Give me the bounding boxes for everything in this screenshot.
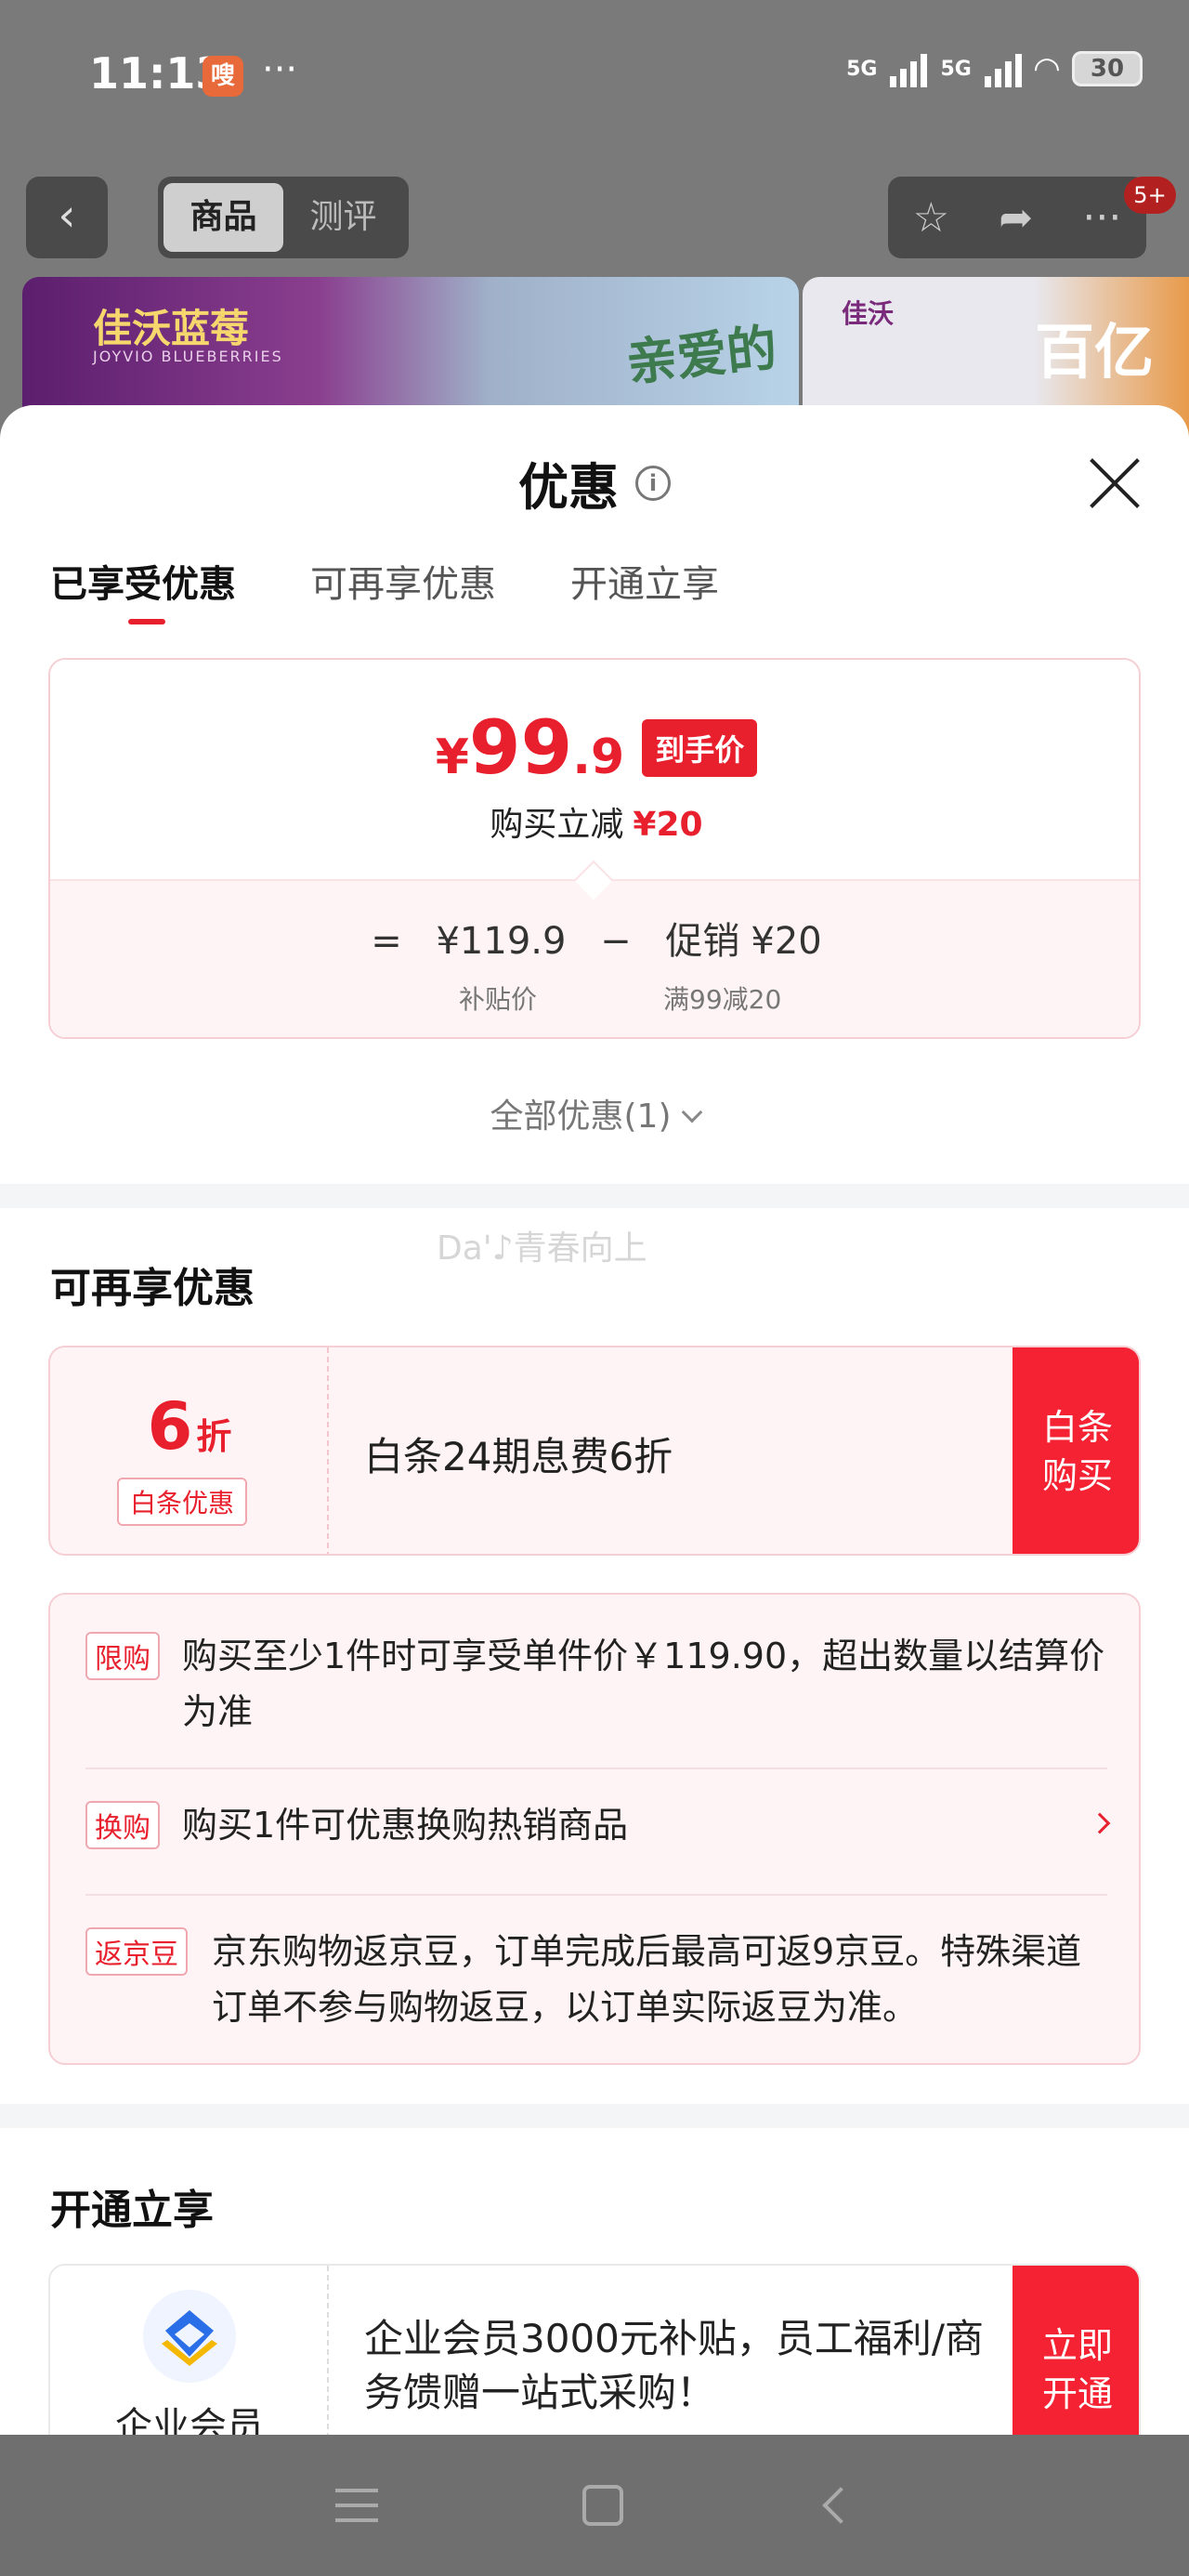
watermark: Da'♪青春向上	[437, 1229, 647, 1268]
baitiao-buy-button-line2: 购买	[1041, 1455, 1113, 1496]
open-section-title: 开通立享	[50, 2187, 214, 2234]
tab-open[interactable]: 开通立享	[570, 554, 719, 623]
close-button[interactable]	[1078, 446, 1152, 520]
member-name: 企业会员	[115, 2405, 264, 2435]
signal-icon	[890, 50, 928, 87]
message-count-badge: 5+	[1124, 177, 1176, 214]
coupon-discount-unit: 折	[196, 1416, 232, 1457]
back-icon[interactable]	[822, 2487, 859, 2524]
network-5g-label: 5G	[846, 57, 878, 81]
product-tab-switch: 商品 测评	[158, 177, 409, 258]
rule-text-exchange: 购买1件可优惠换购热销商品	[182, 1805, 629, 1846]
nav-actions: ☆ ➦ ···	[888, 177, 1146, 258]
rule-divider	[85, 1768, 1107, 1769]
instant-discount: 购买立减 ¥20	[50, 797, 1139, 846]
discount-tabs: 已享受优惠 可再享优惠 开通立享	[50, 554, 719, 624]
coupon-type-tag: 白条优惠	[117, 1478, 248, 1526]
section-divider-2	[0, 2104, 1189, 2128]
price-integer: 99	[468, 704, 573, 791]
promo-value: ¥20	[751, 920, 822, 963]
minus-sign: −	[600, 920, 632, 963]
tab-enjoyed[interactable]: 已享受优惠	[50, 554, 236, 624]
sheet-title: 优惠	[518, 458, 619, 517]
share-icon[interactable]: ➦	[999, 194, 1033, 242]
enterprise-member-logo-icon	[143, 2290, 236, 2383]
favorite-star-icon[interactable]: ☆	[913, 194, 949, 242]
instant-discount-value: ¥20	[633, 806, 703, 844]
recent-apps-icon[interactable]	[335, 2489, 378, 2522]
banner-brand-sub: JOYVIO BLUEBERRIES	[93, 348, 283, 365]
status-indicators: 5G 5G ◠ 30	[846, 50, 1143, 87]
chevron-down-icon	[681, 1101, 702, 1124]
breakdown-notch	[573, 860, 614, 900]
tab-review[interactable]: 测评	[283, 183, 403, 252]
open-button-line1: 立即	[1041, 2325, 1113, 2366]
coupon-discount: 6折	[50, 1388, 329, 1465]
instant-discount-label: 购买立减	[490, 806, 624, 844]
final-price: ¥ 99 .9	[436, 704, 624, 791]
equals-sign: =	[371, 920, 402, 963]
promo-label: 促销	[665, 920, 740, 963]
banner2-art-text: 百亿	[1035, 319, 1154, 388]
wifi-icon: ◠	[1034, 50, 1059, 87]
sheet-title-row: 优惠 i	[0, 446, 1189, 519]
member-logo-area: 企业会员	[50, 2266, 329, 2435]
system-navigation-bar	[0, 2435, 1189, 2576]
rule-tag-exchange: 换购	[85, 1801, 160, 1849]
more-icon[interactable]: ···	[1082, 194, 1121, 242]
back-button[interactable]: ‹	[26, 177, 108, 258]
info-icon[interactable]: i	[635, 465, 671, 501]
rule-text-limit: 购买至少1件时可享受单件价￥119.90，超出数量以结算价为准	[182, 1636, 1105, 1732]
reenjoy-section-title: 可再享优惠	[50, 1265, 255, 1312]
open-button-line2: 开通	[1041, 2373, 1113, 2414]
baitiao-coupon: 6折 白条优惠 白条24期息费6折 白条 购买	[48, 1346, 1141, 1556]
rule-divider-2	[85, 1894, 1107, 1896]
price-decimal: .9	[572, 729, 625, 785]
discount-sheet: 优惠 i 已享受优惠 可再享优惠 开通立享 ¥ 99 .9 到手价 购买立减 ¥2…	[0, 405, 1189, 2435]
all-deals-label: 全部优惠(1)	[490, 1097, 672, 1136]
base-price: ¥119.9	[436, 920, 567, 963]
signal-icon-2	[984, 50, 1022, 87]
tab-reenjoy[interactable]: 可再享优惠	[310, 554, 496, 623]
baitiao-buy-button-line1: 白条	[1041, 1407, 1113, 1448]
banner-art-text: 亲爱的	[623, 318, 780, 393]
banner-brand: 佳沃蓝莓	[93, 306, 250, 351]
tab-product[interactable]: 商品	[163, 183, 283, 252]
breakdown-formula: = ¥119.9 − 促销 ¥20	[50, 911, 1139, 965]
more-notifications-icon: ···	[262, 48, 298, 91]
enterprise-member-card: 企业会员 企业会员3000元补贴，员工福利/商务馈赠一站式采购！ 立即 开通	[48, 2264, 1141, 2435]
base-price-label: 补贴价	[459, 984, 538, 1015]
banner2-brand: 佳沃	[842, 298, 895, 329]
final-price-tag: 到手价	[642, 719, 758, 777]
app-notification-icon: 嗖	[203, 56, 243, 97]
battery-icon: 30	[1072, 51, 1143, 86]
price-breakdown: = ¥119.9 − 促销 ¥20 补贴价 满99减20	[50, 860, 1139, 1037]
coupon-value: 6折 白条优惠	[50, 1347, 329, 1554]
all-deals-toggle[interactable]: 全部优惠(1)	[0, 1089, 1189, 1137]
open-membership-button[interactable]: 立即 开通	[1013, 2266, 1139, 2435]
rule-exchange[interactable]: 换购 购买1件可优惠换购热销商品	[85, 1797, 1107, 1853]
coupon-description: 白条24期息费6折	[364, 1434, 673, 1479]
baitiao-buy-button[interactable]: 白条 购买	[1013, 1347, 1139, 1554]
status-bar: 11:13 嗖 ··· 5G 5G ◠ 30	[0, 0, 1189, 149]
rule-tag-jingdou: 返京豆	[85, 1927, 188, 1976]
final-price-row: ¥ 99 .9 到手价	[50, 704, 1139, 791]
currency-symbol: ¥	[435, 729, 469, 785]
home-icon[interactable]	[582, 2485, 623, 2526]
price-card: ¥ 99 .9 到手价 购买立减 ¥20 = ¥119.9 − 促销 ¥20 补贴价…	[48, 658, 1141, 1039]
promo-description: 满99减20	[663, 984, 782, 1015]
member-description: 企业会员3000元补贴，员工福利/商务馈赠一站式采购！	[364, 2316, 985, 2415]
rule-text-jingdou: 京东购物返京豆，订单完成后最高可返9京豆。特殊渠道订单不参与购物返豆，以订单实际…	[212, 1931, 1082, 2028]
network-5g-label-2: 5G	[940, 57, 972, 81]
purchase-rules: 限购 购买至少1件时可享受单件价￥119.90，超出数量以结算价为准 换购 购买…	[48, 1593, 1141, 2065]
rule-tag-limit: 限购	[85, 1632, 160, 1680]
section-divider	[0, 1184, 1189, 1208]
coupon-discount-number: 6	[147, 1388, 193, 1465]
